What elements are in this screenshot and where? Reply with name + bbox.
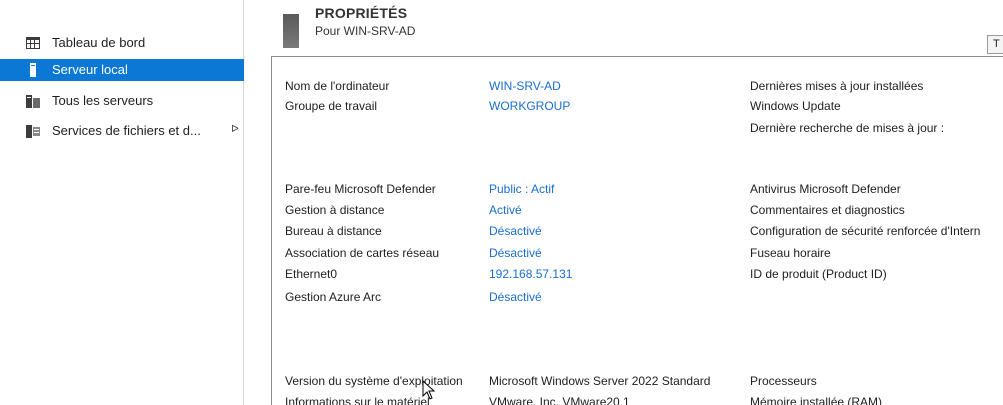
property-label: Antivirus Microsoft Defender	[750, 182, 901, 196]
page-title: PROPRIÉTÉS	[315, 5, 408, 21]
property-label: Configuration de sécurité renforcée d'In…	[750, 224, 981, 238]
property-label: Informations sur le matériel	[285, 395, 430, 405]
servers-icon	[26, 94, 40, 108]
property-label: Ethernet0	[285, 267, 338, 281]
property-label: Commentaires et diagnostics	[750, 203, 905, 217]
property-label: Version du système d'exploitation	[285, 374, 463, 388]
property-label: Mémoire installée (RAM)	[750, 395, 883, 405]
sidebar-item-all-servers[interactable]: Tous les serveurs	[0, 90, 244, 112]
sidebar-item-label: Tous les serveurs	[52, 93, 154, 108]
nic-teaming-link[interactable]: Désactivé	[489, 246, 542, 260]
hardware-value: VMware, Inc. VMware20,1	[489, 395, 630, 405]
server-icon	[26, 63, 40, 77]
property-label: ID de produit (Product ID)	[750, 267, 887, 281]
sidebar-item-label: Services de fichiers et d...	[52, 123, 201, 138]
mouse-cursor-icon	[422, 380, 436, 400]
property-label: Bureau à distance	[285, 224, 382, 238]
file-services-icon	[26, 124, 40, 138]
chevron-right-icon[interactable]: ᐅ	[231, 124, 239, 135]
property-label: Fuseau horaire	[750, 246, 831, 260]
property-label: Windows Update	[750, 99, 841, 113]
property-label: Groupe de travail	[285, 99, 378, 113]
os-version-value: Microsoft Windows Server 2022 Standard	[489, 374, 711, 388]
remote-desktop-link[interactable]: Désactivé	[489, 224, 542, 238]
azure-arc-link[interactable]: Désactivé	[489, 290, 542, 304]
dashboard-icon	[26, 36, 40, 50]
property-label: Dernière recherche de mises à jour :	[750, 121, 945, 135]
property-label: Pare-feu Microsoft Defender	[285, 182, 436, 196]
sidebar-item-local-server[interactable]: Serveur local	[0, 59, 244, 81]
tasks-button[interactable]: T	[987, 35, 1003, 54]
navigation-sidebar: Tableau de bord Serveur local Tous les s…	[0, 0, 244, 405]
sidebar-item-dashboard[interactable]: Tableau de bord	[0, 32, 244, 54]
ethernet-link[interactable]: 192.168.57.131	[489, 267, 572, 281]
sidebar-item-label: Serveur local	[52, 62, 128, 77]
property-label: Dernières mises à jour installées	[750, 79, 924, 93]
sidebar-item-file-services[interactable]: Services de fichiers et d... ᐅ	[0, 120, 244, 142]
property-label: Association de cartes réseau	[285, 246, 440, 260]
property-label: Gestion Azure Arc	[285, 290, 382, 304]
workgroup-link[interactable]: WORKGROUP	[489, 99, 570, 113]
page-subtitle: Pour WIN-SRV-AD	[315, 24, 416, 38]
sidebar-item-label: Tableau de bord	[52, 35, 146, 50]
property-label: Gestion à distance	[285, 203, 385, 217]
properties-server-icon	[283, 14, 299, 48]
property-label: Nom de l'ordinateur	[285, 79, 390, 93]
remote-management-link[interactable]: Activé	[489, 203, 522, 217]
property-label: Processeurs	[750, 374, 817, 388]
computer-name-link[interactable]: WIN-SRV-AD	[489, 79, 561, 93]
firewall-link[interactable]: Public : Actif	[489, 182, 554, 196]
